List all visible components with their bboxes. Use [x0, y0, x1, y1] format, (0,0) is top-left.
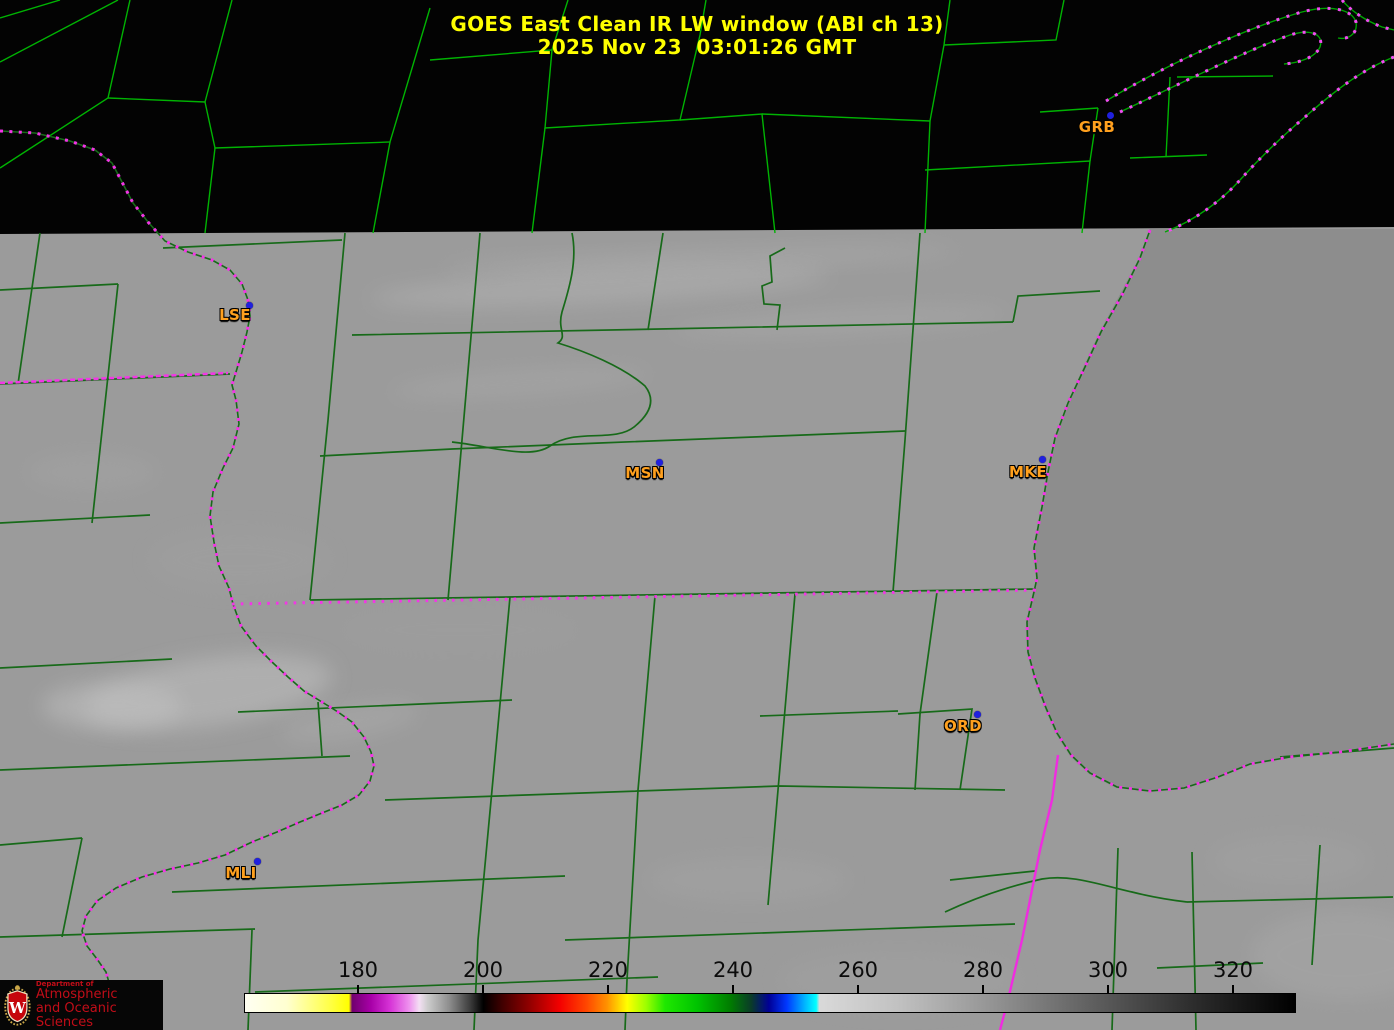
- logo-name-line2: and Oceanic Sciences: [36, 1002, 163, 1030]
- logo-text: Department of Atmospheric and Oceanic Sc…: [36, 980, 163, 1030]
- station-label-lse: LSE: [219, 306, 251, 324]
- colorbar-tick-label: 280: [963, 958, 1003, 982]
- colorbar-tick: [482, 985, 484, 993]
- station-label-ord: ORD: [944, 717, 982, 735]
- colorbar-tick-label: 260: [838, 958, 878, 982]
- image-title: GOES East Clean IR LW window (ABI ch 13)…: [0, 13, 1394, 59]
- goes-satellite-view: GOES East Clean IR LW window (ABI ch 13)…: [0, 0, 1394, 1030]
- satellite-map-graphics: [0, 0, 1394, 1030]
- colorbar-tick-label: 240: [713, 958, 753, 982]
- colorbar-tick: [857, 985, 859, 993]
- colorbar-tick-label: 180: [338, 958, 378, 982]
- colorbar-tick: [1232, 985, 1234, 993]
- station-dot-mke: [1039, 456, 1046, 463]
- temperature-colorbar: [244, 993, 1296, 1013]
- colorbar-tick-label: 320: [1213, 958, 1253, 982]
- wi-il-border: [232, 590, 1035, 604]
- station-label-msn: MSN: [625, 464, 664, 482]
- product-title: GOES East Clean IR LW window (ABI ch 13): [0, 13, 1394, 36]
- lake-michigan: [1026, 229, 1394, 792]
- mn-ia-border: [0, 373, 228, 383]
- logo-name-line1: Atmospheric: [36, 988, 163, 1002]
- colorbar-tick: [1107, 985, 1109, 993]
- colorbar-tick: [357, 985, 359, 993]
- colorbar-tick-label: 200: [463, 958, 503, 982]
- colorbar-tick-label: 220: [588, 958, 628, 982]
- station-label-mke: MKE: [1009, 463, 1047, 481]
- colorbar-tick: [732, 985, 734, 993]
- uw-crest-icon: W: [4, 982, 31, 1028]
- colorbar-tick: [607, 985, 609, 993]
- colorbar-tick-label: 300: [1088, 958, 1128, 982]
- timestamp: 2025 Nov 23 03:01:26 GMT: [0, 36, 1394, 59]
- station-label-mli: MLI: [225, 864, 256, 882]
- uw-aos-logo: W Department of Atmospheric and Oceanic …: [0, 980, 163, 1030]
- station-label-grb: GRB: [1079, 118, 1116, 136]
- colorbar-tick: [982, 985, 984, 993]
- uw-monogram: W: [8, 999, 26, 1017]
